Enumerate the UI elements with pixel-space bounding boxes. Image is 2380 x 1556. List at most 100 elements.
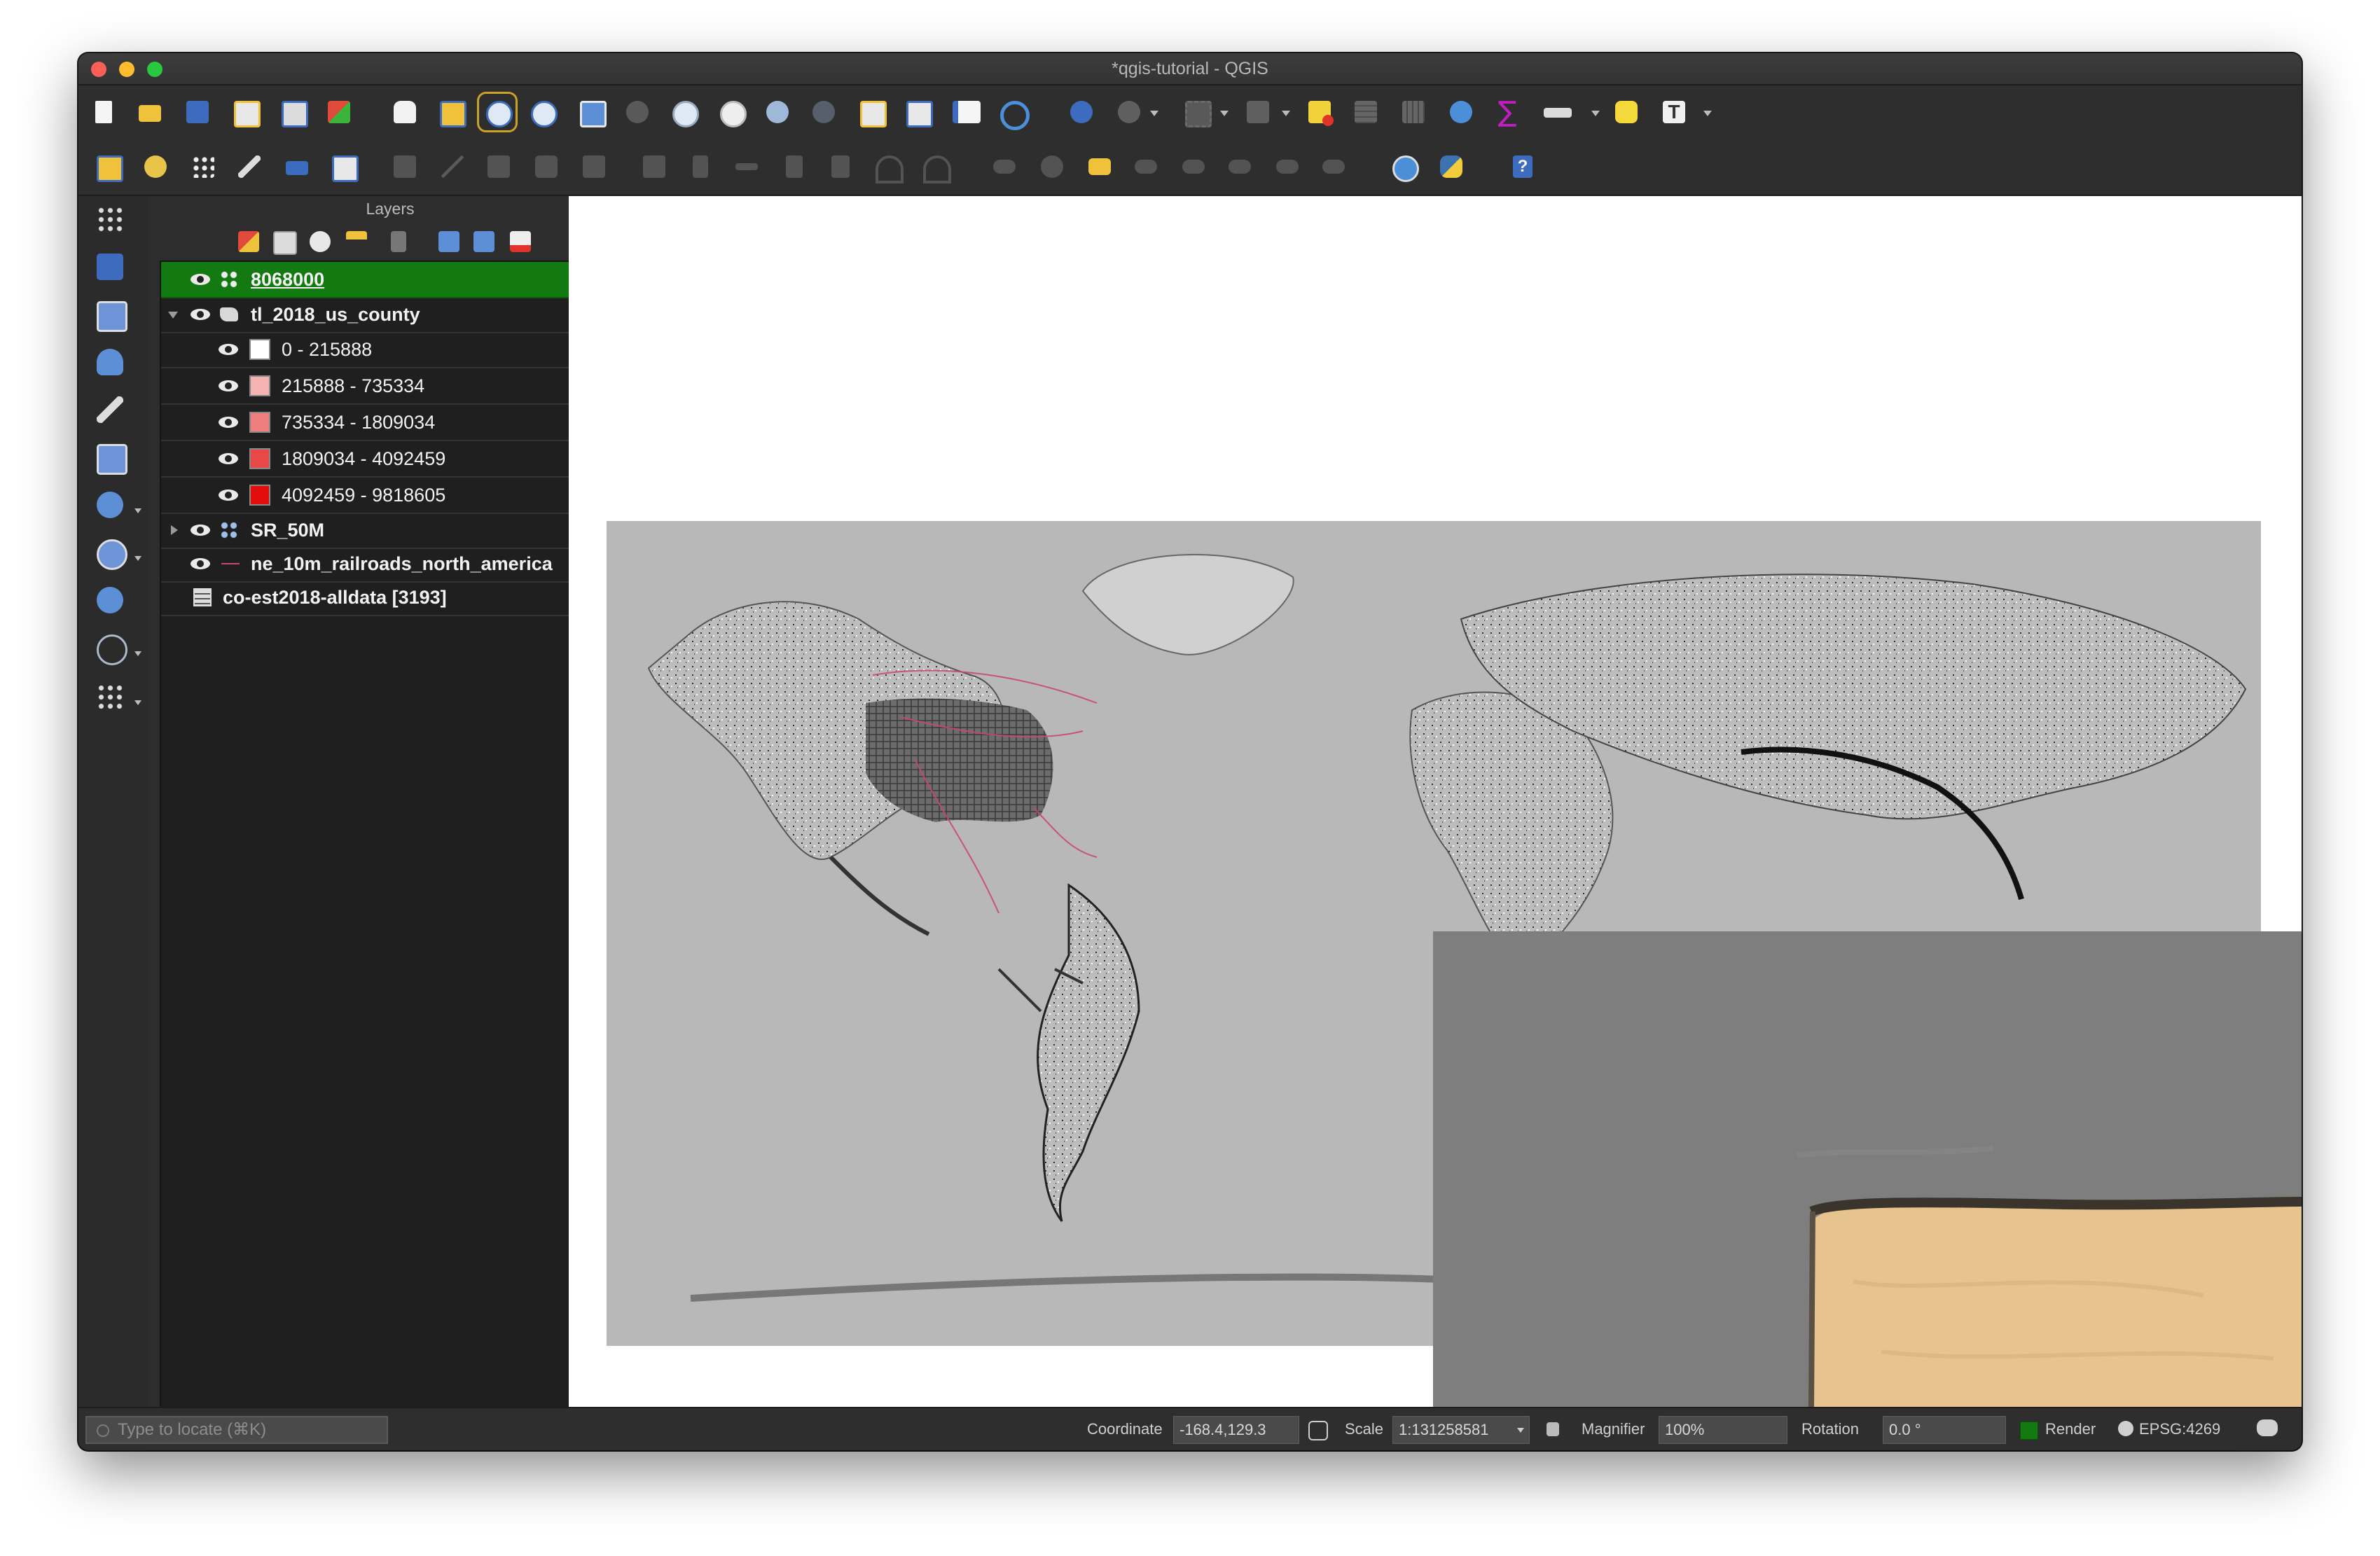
filter-map-icon[interactable]: [391, 231, 406, 252]
label-properties-icon[interactable]: [1318, 151, 1349, 182]
pin-labels-icon[interactable]: [1037, 151, 1067, 182]
legend-class-1809034-4092459[interactable]: 1809034 - 4092459: [161, 441, 623, 478]
toggle-extents-icon[interactable]: [1308, 1421, 1328, 1440]
python-console-icon[interactable]: [1436, 151, 1467, 182]
undo-icon[interactable]: [871, 151, 904, 183]
zoom-out-icon[interactable]: [527, 97, 558, 127]
pan-icon[interactable]: [389, 97, 420, 127]
add-vector-layer-icon[interactable]: [140, 151, 171, 182]
visibility-eye-icon[interactable]: [219, 415, 238, 430]
add-geopackage-icon[interactable]: [92, 440, 129, 476]
save-layer-edits-icon[interactable]: [483, 151, 514, 182]
new-temporary-layer-icon[interactable]: [92, 679, 129, 716]
add-virtual-layer-icon[interactable]: [92, 392, 129, 429]
processing-toolbox-icon[interactable]: [1446, 97, 1476, 127]
deselect-icon[interactable]: [1304, 97, 1335, 127]
save-project-icon[interactable]: [182, 97, 213, 127]
refresh-icon[interactable]: [996, 97, 1030, 130]
add-group-icon[interactable]: [273, 231, 297, 255]
message-log-icon[interactable]: [2257, 1419, 2278, 1436]
render-checkbox[interactable]: [2020, 1422, 2038, 1440]
layer-item-8068000[interactable]: 8068000: [161, 262, 623, 298]
legend-class-735334-1809034[interactable]: 735334 - 1809034: [161, 405, 623, 441]
zoom-to-selection-icon[interactable]: [622, 97, 653, 127]
layer-labeling-icon[interactable]: [1084, 151, 1115, 182]
zoom-to-layer-icon[interactable]: [668, 97, 699, 127]
lock-scale-icon[interactable]: [1547, 1422, 1559, 1436]
manage-visibility-icon[interactable]: [310, 231, 331, 252]
select-by-location-icon[interactable]: [1243, 97, 1273, 127]
data-source-manager-icon[interactable]: [92, 151, 123, 182]
label-icon[interactable]: [989, 151, 1020, 182]
move-feature-icon[interactable]: [579, 151, 609, 182]
map-tips-icon[interactable]: [1611, 97, 1642, 127]
zoom-next-icon[interactable]: [808, 97, 839, 127]
add-spatialite-icon[interactable]: [92, 345, 129, 381]
visibility-eye-icon[interactable]: [219, 378, 238, 394]
pan-to-selection-icon[interactable]: [436, 97, 466, 127]
legend-class-0-215888[interactable]: 0 - 215888: [161, 332, 623, 368]
add-wfs-icon[interactable]: [92, 583, 129, 619]
cut-icon[interactable]: [731, 151, 762, 182]
layer-item-co-est2018-alldata[interactable]: co-est2018-alldata [3193]: [161, 580, 623, 616]
vertex-tool-icon[interactable]: [389, 151, 420, 182]
new-3d-map-view-icon[interactable]: [902, 97, 933, 127]
crs-globe-icon[interactable]: [2118, 1421, 2133, 1436]
save-edits-icon[interactable]: [282, 151, 312, 182]
rotate-label-icon[interactable]: [1224, 151, 1255, 182]
zoom-native-icon[interactable]: [716, 97, 747, 127]
plugin-globe-icon[interactable]: [1388, 151, 1419, 182]
select-features-icon[interactable]: [1181, 97, 1212, 127]
expand-arrow-icon[interactable]: [168, 312, 178, 319]
add-raster-icon[interactable]: [92, 249, 129, 286]
open-project-icon[interactable]: [134, 97, 165, 127]
move-label-icon[interactable]: [1178, 151, 1209, 182]
expand-arrow-icon[interactable]: [171, 525, 178, 535]
zoom-in-icon[interactable]: [477, 92, 518, 132]
collapse-all-icon[interactable]: [473, 231, 494, 252]
locator-search-input[interactable]: Type to locate (⌘K): [85, 1416, 388, 1444]
new-map-view-icon[interactable]: [856, 97, 887, 127]
digitize-icon[interactable]: [188, 151, 219, 182]
visibility-eye-icon[interactable]: [191, 556, 210, 571]
coordinate-field[interactable]: -168.4,129.3: [1173, 1416, 1299, 1444]
filter-legend-icon[interactable]: [346, 231, 367, 252]
layer-item-tl-2018-us-county[interactable]: tl_2018_us_county: [161, 297, 623, 333]
layout-manager-icon[interactable]: [277, 97, 308, 127]
legend-class-215888-735334[interactable]: 215888 - 735334: [161, 368, 623, 405]
paste-icon[interactable]: [825, 151, 856, 182]
add-feature-icon[interactable]: [328, 151, 359, 182]
redo-icon[interactable]: [919, 151, 951, 183]
add-wcs-icon[interactable]: [92, 630, 129, 667]
visibility-eye-icon[interactable]: [219, 451, 238, 466]
add-postgis-icon[interactable]: [92, 487, 129, 524]
map-canvas[interactable]: [569, 196, 2302, 1408]
magnifier-field[interactable]: 100%: [1659, 1416, 1787, 1444]
zoom-last-icon[interactable]: [762, 97, 793, 127]
help-icon[interactable]: ?: [1507, 151, 1538, 182]
visibility-eye-icon[interactable]: [219, 487, 238, 503]
node-tool-icon[interactable]: [639, 151, 670, 182]
new-bookmark-icon[interactable]: [948, 97, 981, 127]
new-print-layout-icon[interactable]: [230, 97, 261, 127]
scale-field[interactable]: 1:131258581: [1392, 1416, 1530, 1444]
add-polygon-icon[interactable]: [531, 151, 562, 182]
identify-icon[interactable]: [1066, 97, 1097, 127]
add-wms-icon[interactable]: [92, 535, 129, 571]
run-action-icon[interactable]: [1114, 97, 1144, 127]
measure-icon[interactable]: [1542, 97, 1573, 127]
layer-item-sr-50m[interactable]: SR_50M: [161, 513, 623, 549]
add-mesh-icon[interactable]: [92, 297, 129, 333]
remove-layer-icon[interactable]: [510, 231, 531, 252]
new-project-icon[interactable]: [88, 97, 119, 127]
field-calculator-icon[interactable]: [1398, 97, 1429, 127]
style-manager-icon[interactable]: [324, 97, 354, 127]
visibility-eye-icon[interactable]: [191, 522, 210, 538]
rotation-field[interactable]: 0.0 °: [1883, 1416, 2006, 1444]
expand-all-icon[interactable]: [438, 231, 459, 252]
style-icon[interactable]: [238, 231, 259, 252]
legend-class-4092459-9818605[interactable]: 4092459 - 9818605: [161, 478, 623, 514]
statistical-summary-icon[interactable]: ∑: [1492, 97, 1523, 127]
visibility-eye-icon[interactable]: [191, 272, 210, 287]
layer-item-ne-10m-railroads[interactable]: ne_10m_railroads_north_america: [161, 546, 623, 583]
